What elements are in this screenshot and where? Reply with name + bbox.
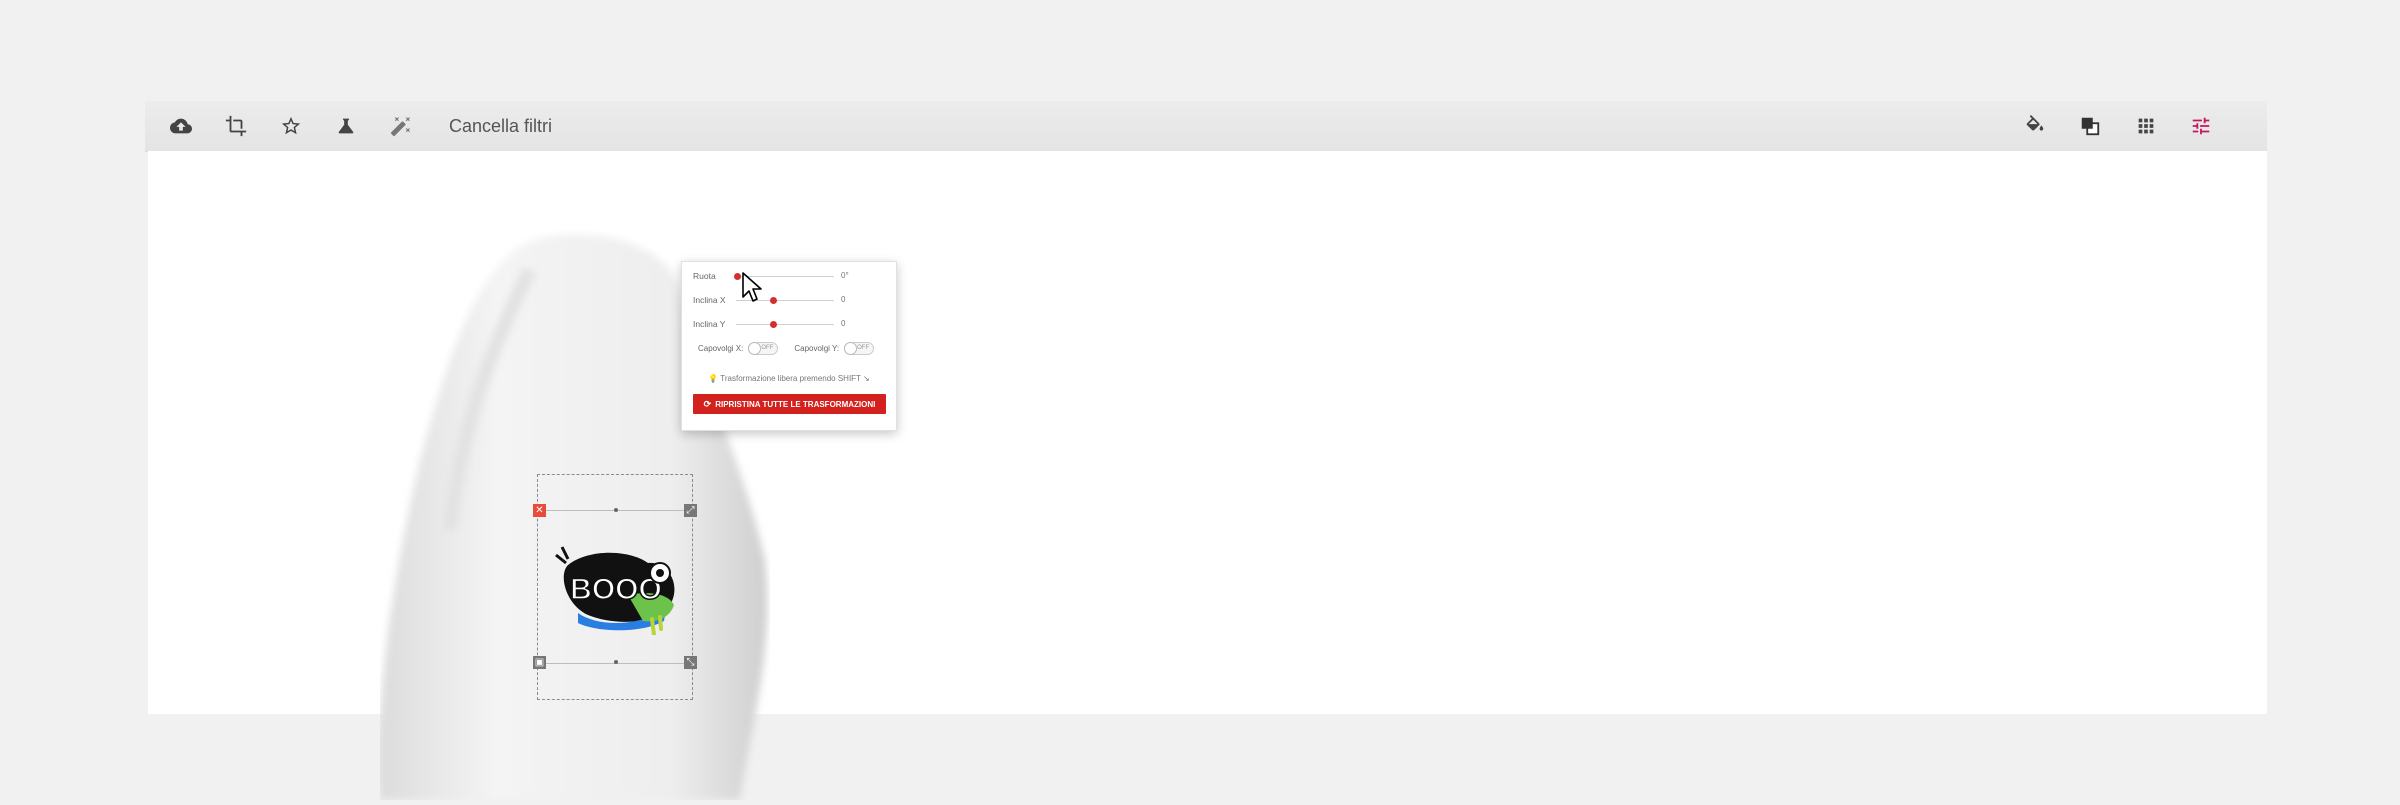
top-edge-handle[interactable] [614,508,618,512]
hint-text: Trasformazione libera premendo SHIFT [720,374,861,383]
rotate-slider-thumb[interactable] [734,273,741,280]
skew-y-slider[interactable] [736,324,834,325]
skew-y-slider-thumb[interactable] [770,321,777,328]
flip-y-toggle[interactable]: OFF [844,342,875,355]
paint-bucket-icon[interactable] [2012,101,2058,151]
grid-icon[interactable] [2123,101,2169,151]
resize-arrow-icon: ↘ [863,374,870,383]
clear-filters-button[interactable]: Cancella filtri [449,101,552,151]
artwork-text: BOOO [570,573,662,606]
skew-x-slider-thumb[interactable] [770,297,777,304]
layers-icon[interactable] [2067,101,2113,151]
flip-x-label: Capovolgi X: [698,344,744,353]
skew-x-value: 0 [841,295,846,304]
duplicate-icon[interactable]: ▣ [533,656,546,669]
reset-transforms-button[interactable]: ⟳ RIPRISTINA TUTTE LE TRASFORMAZIONI [693,394,886,414]
skew-y-label: Inclina Y [693,319,726,329]
rotate-label: Ruota [693,271,716,281]
booo-graffiti-artwork[interactable]: BOOO [548,535,684,637]
sliders-icon[interactable] [2178,101,2224,151]
cloud-upload-icon[interactable] [158,101,204,151]
flip-x-toggle[interactable]: OFF [748,342,779,355]
magic-wand-icon[interactable] [378,101,424,151]
editor-toolbar: Cancella filtri [145,101,2267,152]
skew-x-label: Inclina X [693,295,726,305]
transform-panel: Ruota 0° Inclina X 0 Inclina Y 0 Capovol… [681,261,897,431]
free-transform-hint: 💡 Trasformazione libera premendo SHIFT ↘ [682,374,896,383]
crop-icon[interactable] [213,101,259,151]
resize-icon[interactable]: ⤢ [684,504,697,517]
flask-icon[interactable] [323,101,369,151]
star-icon[interactable] [268,101,314,151]
reset-transforms-label: RIPRISTINA TUTTE LE TRASFORMAZIONI [715,399,876,409]
delete-icon[interactable]: ✕ [533,504,546,517]
skew-y-value: 0 [841,319,846,328]
mouse-cursor-icon [741,271,765,305]
flip-y-state: OFF [857,345,870,351]
scale-icon[interactable]: ⤡ [684,656,697,669]
flip-y-label: Capovolgi Y: [794,344,840,353]
refresh-icon: ⟳ [703,398,712,409]
bottom-edge-handle[interactable] [614,660,618,664]
lightbulb-icon: 💡 [708,374,719,383]
flip-x-state: OFF [761,345,774,351]
rotate-value: 0° [841,271,849,280]
